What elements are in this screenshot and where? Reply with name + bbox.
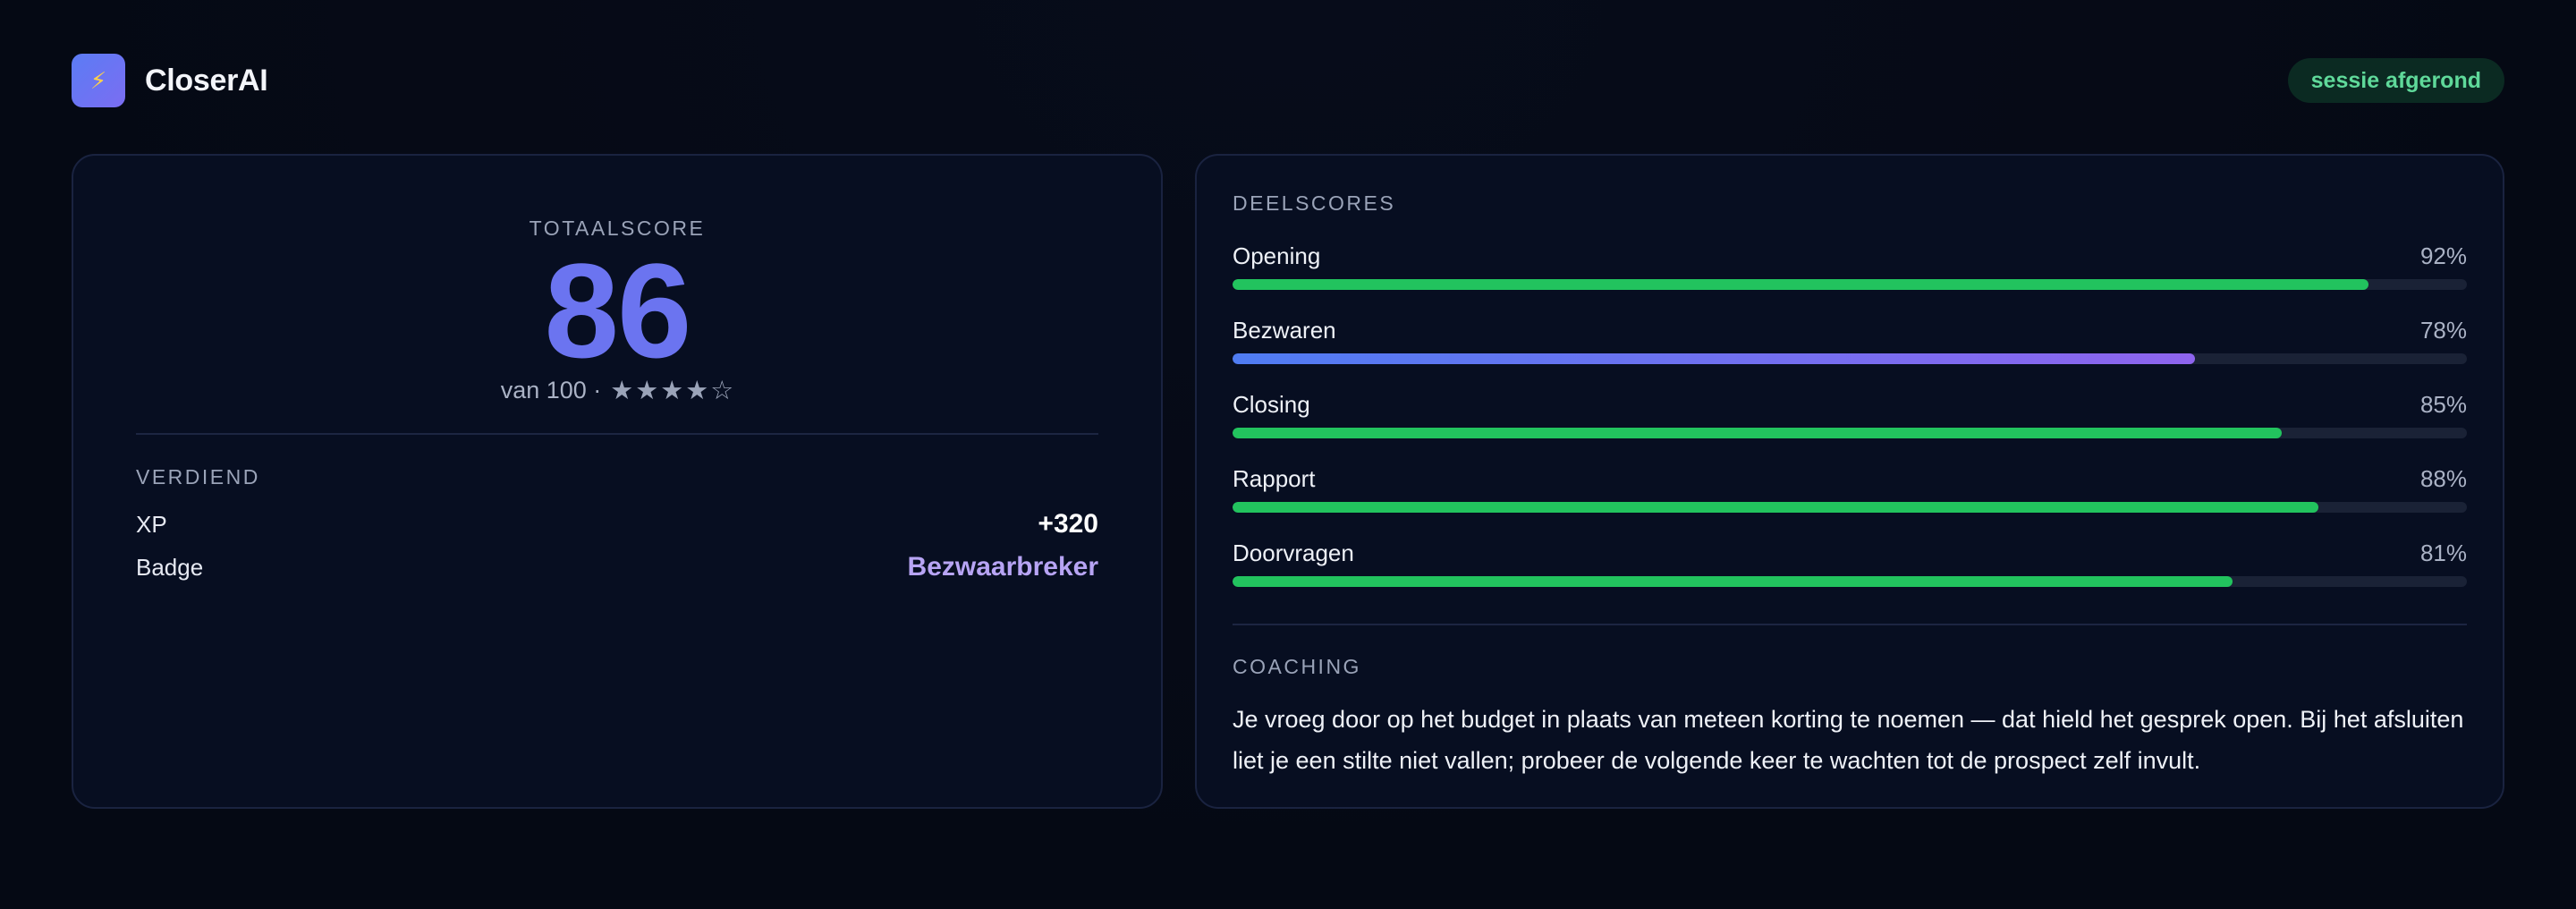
- subscore-row: Bezwaren 78%: [1233, 316, 2467, 364]
- brand: ⚡ CloserAI: [72, 54, 268, 107]
- total-score: TOTAALSCORE 86 van 100 · ★ ★ ★ ★ ☆: [73, 217, 1161, 406]
- subscores-label: DEELSCORES: [1233, 191, 1396, 215]
- progress-track: [1233, 428, 2467, 438]
- subscore-name: Rapport: [1233, 464, 1316, 492]
- star-filled-icon: ★: [660, 377, 684, 405]
- subscore-row: Opening 92%: [1233, 242, 2467, 290]
- subscore-head: Rapport 88%: [1233, 464, 2467, 493]
- star-filled-icon: ★: [635, 377, 659, 405]
- app-name: CloserAI: [145, 63, 268, 98]
- subscore-percent: 88%: [2419, 464, 2467, 492]
- subscore-name: Closing: [1233, 390, 1310, 418]
- subscore-percent: 81%: [2419, 539, 2467, 566]
- subscore-row: Rapport 88%: [1233, 464, 2467, 513]
- subscores-section: DEELSCORES Opening 92% Bezwaren 78% Closing 8…: [1233, 191, 2467, 587]
- subscore-head: Opening 92%: [1233, 242, 2467, 270]
- score-card: TOTAALSCORE 86 van 100 · ★ ★ ★ ★ ☆ VERDIEND …: [72, 154, 1163, 809]
- lightning-icon: ⚡: [72, 54, 125, 107]
- divider: [1233, 624, 2467, 625]
- score-subline: van 100 · ★ ★ ★ ★ ☆: [73, 375, 1161, 406]
- subscore-name: Doorvragen: [1233, 539, 1354, 566]
- subscore-percent: 92%: [2419, 242, 2467, 269]
- subscores-list: Opening 92% Bezwaren 78% Closing 85% Rapport 88…: [1233, 242, 2467, 587]
- details-card: DEELSCORES Opening 92% Bezwaren 78% Closing 8…: [1195, 154, 2504, 809]
- earned-section: VERDIEND XP +320 Badge Bezwaarbreker: [136, 465, 1098, 582]
- xp-value: +320: [1038, 509, 1098, 539]
- star-filled-icon: ★: [685, 377, 709, 405]
- progress-fill: [1233, 428, 2282, 438]
- app-root: ⚡ CloserAI sessie afgerond TOTAALSCORE 8…: [0, 0, 2576, 909]
- progress-track: [1233, 502, 2467, 513]
- subscore-percent: 78%: [2419, 316, 2467, 344]
- progress-fill: [1233, 353, 2196, 364]
- subscore-head: Doorvragen 81%: [1233, 539, 2467, 567]
- status-badge: sessie afgerond: [2287, 58, 2504, 103]
- progress-fill: [1233, 576, 2233, 587]
- subscore-row: Closing 85%: [1233, 390, 2467, 438]
- subscore-name: Opening: [1233, 242, 1321, 269]
- coaching-text: Je vroeg door op het budget in plaats va…: [1233, 706, 2464, 774]
- badge-row: Badge Bezwaarbreker: [136, 552, 1098, 582]
- badge-label: Badge: [136, 553, 204, 581]
- star-filled-icon: ★: [610, 377, 634, 405]
- subscore-percent: 85%: [2419, 390, 2467, 418]
- star-rating: ★ ★ ★ ★ ☆: [610, 375, 733, 406]
- subscore-head: Closing 85%: [1233, 390, 2467, 419]
- coaching-section: COACHING Je vroeg door op het budget in …: [1233, 655, 2467, 781]
- header: ⚡ CloserAI sessie afgerond: [72, 52, 2504, 109]
- subscore-row: Doorvragen 81%: [1233, 539, 2467, 587]
- badge-value: Bezwaarbreker: [907, 552, 1098, 582]
- progress-fill: [1233, 502, 2319, 513]
- progress-track: [1233, 353, 2467, 364]
- progress-track: [1233, 279, 2467, 290]
- subscore-name: Bezwaren: [1233, 316, 1336, 344]
- progress-fill: [1233, 279, 2368, 290]
- score-out-of: van 100 ·: [500, 377, 602, 404]
- xp-row: XP +320: [136, 509, 1098, 539]
- divider: [136, 433, 1098, 435]
- subscore-head: Bezwaren 78%: [1233, 316, 2467, 344]
- earned-label: VERDIEND: [136, 465, 260, 488]
- star-empty-icon: ☆: [710, 377, 734, 405]
- total-score-value: 86: [544, 235, 692, 386]
- xp-label: XP: [136, 510, 167, 538]
- progress-track: [1233, 576, 2467, 587]
- coaching-label: COACHING: [1233, 655, 1361, 678]
